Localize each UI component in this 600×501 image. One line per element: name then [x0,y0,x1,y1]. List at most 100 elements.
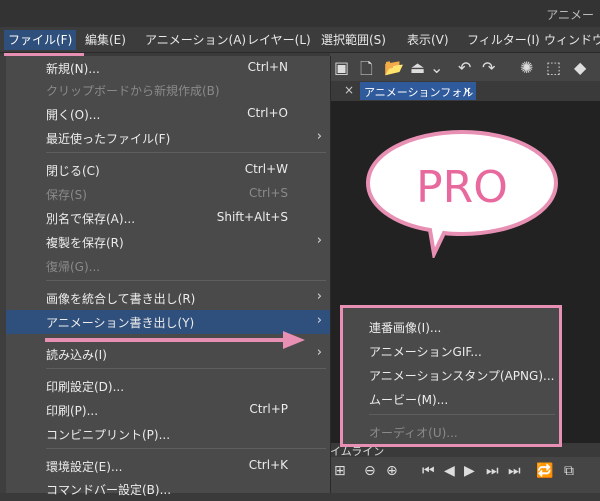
menu-item-label: 画像を統合して書き出し(R) [46,292,196,306]
submenu-item-label: オーディオ(U)... [369,426,458,440]
menu-item-import[interactable]: 読み込み(I) › [6,342,330,366]
save-icon[interactable]: ⏏ [410,58,425,77]
menu-item-label: コンビニプリント(P)... [46,428,171,442]
menu-edit[interactable]: 編集(E) [85,31,126,48]
menu-item-revert: 復帰(G)... [6,254,330,278]
menu-item-open[interactable]: 開く(O)... Ctrl+O [6,102,330,126]
submenu-item-movie[interactable]: ムービー(M)... [343,387,559,411]
first-frame-icon[interactable]: ⏮ [422,463,435,479]
zoom-in-icon[interactable]: ⊕ [386,463,398,479]
menu-item-label: 複製を保存(R) [46,236,124,250]
bubble-text: PRO [416,162,508,213]
menu-item-shortcut: Ctrl+P [249,402,288,416]
chevron-right-icon: › [316,345,322,360]
menu-separator [46,280,326,281]
submenu-item-label: 連番画像(I)... [369,321,442,335]
menu-separator [46,448,326,449]
next-frame-icon[interactable]: ⏭ [486,463,499,479]
menu-item-label: コマンドバー設定(B)... [46,483,172,497]
submenu-item-label: ムービー(M)... [369,393,449,407]
loop-icon[interactable]: 🔁 [536,463,553,479]
menu-separator [46,368,326,369]
prev-frame-icon[interactable]: ◀ [444,463,455,479]
add-frame-icon[interactable]: ⊞ [334,463,346,479]
menu-item-export-merged[interactable]: 画像を統合して書き出し(R) › [6,286,330,310]
menu-filter[interactable]: フィルター(I) [467,31,540,48]
menu-item-label: クリップボードから新規作成(B) [46,84,220,98]
menu-item-label: 閉じる(C) [46,164,100,178]
submenu-item-label: アニメーションスタンプ(APNG)... [369,369,555,383]
open-folder-icon[interactable]: 📂 [384,58,404,77]
undo-icon[interactable]: ↶ [458,58,471,77]
menu-separator [46,152,326,153]
menu-animation[interactable]: アニメーション(A) [145,31,246,48]
menu-item-shortcut: Ctrl+S [248,186,288,200]
menu-item-close[interactable]: 閉じる(C) Ctrl+W [6,158,330,182]
layer-icon[interactable]: ▣ [334,58,349,77]
chevron-right-icon: › [316,129,322,144]
menu-item-shortcut: Shift+Alt+S [216,210,288,224]
menu-item-label: アニメーション書き出し(Y) [46,316,195,330]
menu-view[interactable]: 表示(V) [407,31,449,48]
zoom-out-icon[interactable]: ⊖ [364,463,376,479]
chevron-right-icon: › [316,313,322,328]
speech-bubble: PRO [365,129,559,258]
menu-item-shortcut: Ctrl+K [248,458,288,472]
menu-item-shortcut: Ctrl+W [244,162,288,176]
close-icon[interactable]: × [344,83,354,97]
submenu-separator [369,414,555,415]
toolbar: ▣ 🗋 📂 ⏏ ⌄ ↶ ↷ ✺ ⬚ ◆ [330,53,600,81]
menu-window[interactable]: ウィンドウ(W [544,31,600,48]
menu-item-label: 環境設定(E)... [46,460,123,474]
submenu-item-animated-gif[interactable]: アニメーションGIF... [343,339,559,363]
menu-item-label: 開く(O)... [46,108,101,122]
tab-animation-folder[interactable]: アニメーションフォルダ × [360,82,476,115]
menu-item-export-animation[interactable]: アニメーション書き出し(Y) › [6,310,330,334]
tab-close-icon[interactable]: × [463,84,472,97]
menu-bar: ファイル(F) 編集(E) アニメーション(A) レイヤー(L) 選択範囲(S)… [0,27,600,53]
submenu-item-label: アニメーションGIF... [369,345,482,359]
dropdown-icon[interactable]: ⌄ [430,58,443,77]
fill-icon[interactable]: ◆ [574,58,586,77]
menu-item-label: 新規(N)... [46,62,100,76]
menu-layer[interactable]: レイヤー(L) [247,31,311,48]
menu-item-command-bar-settings[interactable]: コマンドバー設定(B)... [6,477,330,501]
submenu-item-audio: オーディオ(U)... [343,420,559,444]
pink-arrow-line [45,338,285,342]
menu-item-recent-files[interactable]: 最近使ったファイル(F) › [6,126,330,150]
file-menu: 新規(N)... Ctrl+N クリップボードから新規作成(B) 開く(O)..… [6,56,331,497]
menu-item-label: 別名で保存(A)... [46,212,136,226]
submenu-item-image-sequence[interactable]: 連番画像(I)... [343,315,559,339]
menu-item-label: 印刷(P)... [46,404,99,418]
menu-item-save: 保存(S) Ctrl+S [6,182,330,206]
play-icon[interactable]: ▶ [464,463,475,479]
menu-item-new-from-clipboard: クリップボードから新規作成(B) [6,78,330,102]
app-title: アニメー [546,8,594,22]
timeline-toolbar: ⊞ ⊖ ⊕ ⏮ ◀ ▶ ⏭ ⏭ 🔁 ⧉ [330,457,600,493]
menu-selection[interactable]: 選択範囲(S) [321,31,386,48]
menu-item-label: 復帰(G)... [46,260,101,274]
menu-item-save-copy[interactable]: 複製を保存(R) › [6,230,330,254]
title-bar: アニメー [0,0,600,27]
menu-item-shortcut: Ctrl+N [247,60,288,74]
submenu-item-animation-stamp[interactable]: アニメーションスタンプ(APNG)... [343,363,559,387]
menu-item-label: 保存(S) [46,188,87,202]
pink-arrow-head-icon [283,331,305,349]
last-frame-icon[interactable]: ⏭ [508,463,521,479]
chevron-right-icon: › [316,233,322,248]
menu-item-save-as[interactable]: 別名で保存(A)... Shift+Alt+S [6,206,330,230]
chevron-right-icon: › [316,289,322,304]
onion-skin-icon[interactable]: ⧉ [564,463,574,479]
menu-item-convenience-print[interactable]: コンビニプリント(P)... [6,422,330,446]
export-animation-submenu: 連番画像(I)... アニメーションGIF... アニメーションスタンプ(APN… [340,305,562,447]
menu-item-print[interactable]: 印刷(P)... Ctrl+P [6,398,330,422]
menu-file[interactable]: ファイル(F) [4,30,77,50]
menu-item-print-settings[interactable]: 印刷設定(D)... [6,374,330,398]
redo-icon[interactable]: ↷ [482,58,495,77]
menu-item-label: 印刷設定(D)... [46,380,125,394]
clear-icon[interactable]: ⬚ [546,58,561,77]
menu-item-label: 最近使ったファイル(F) [46,132,171,146]
loading-icon[interactable]: ✺ [520,58,533,77]
menu-item-new[interactable]: 新規(N)... Ctrl+N [6,56,330,80]
menu-item-preferences[interactable]: 環境設定(E)... Ctrl+K [6,454,330,478]
